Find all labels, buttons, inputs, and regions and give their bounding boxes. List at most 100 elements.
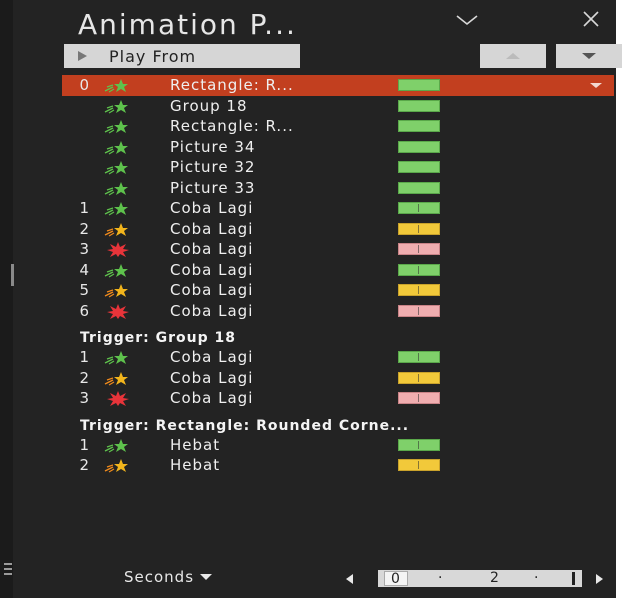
exit-effect-icon — [104, 391, 130, 406]
emphasis-effect-icon — [104, 458, 130, 473]
move-up-button[interactable] — [480, 44, 546, 68]
trigger-rectangle-header[interactable]: Trigger: Rectangle: Rounded Corne... — [62, 415, 614, 435]
animation-order-number: 0 — [79, 76, 90, 94]
animation-item[interactable]: Picture 32 — [62, 157, 614, 178]
ruler-dot: · — [534, 570, 539, 586]
resize-handle[interactable] — [11, 264, 14, 286]
timing-bar[interactable] — [398, 202, 440, 214]
entrance-effect-icon — [104, 160, 130, 175]
timing-bar[interactable] — [398, 263, 440, 276]
animation-item-label: Coba Lagi — [170, 240, 254, 258]
trigger-rectangle-sequence: 1 Hebat 2 Hebat — [62, 435, 614, 476]
animation-item[interactable]: 2 Coba Lagi — [62, 368, 614, 389]
timing-bar[interactable] — [398, 351, 440, 363]
ruler-zero: 0 — [384, 571, 408, 586]
animation-item-label: Rectangle: R... — [170, 76, 294, 94]
emphasis-effect-icon — [104, 371, 130, 386]
animation-order-number: 1 — [79, 199, 90, 217]
timing-bar[interactable] — [398, 284, 440, 296]
move-up-icon — [506, 53, 520, 59]
animation-item-label: Rectangle: R... — [170, 117, 294, 135]
animation-order-number: 3 — [79, 389, 90, 407]
animation-item[interactable]: 3 Coba Lagi — [62, 388, 614, 409]
animation-pane: Animation P... Play From 0 Rectangle: R..… — [0, 0, 622, 598]
play-from-button[interactable]: Play From — [64, 44, 300, 68]
timing-bar[interactable] — [398, 222, 440, 235]
animation-item-label: Hebat — [170, 435, 221, 454]
left-edge-strip — [0, 0, 14, 598]
animation-item[interactable]: 1 Hebat — [62, 435, 614, 456]
animation-item[interactable]: 3 Coba Lagi — [62, 239, 614, 260]
timing-bar[interactable] — [398, 161, 440, 173]
animation-order-number: 1 — [79, 348, 90, 366]
animation-item-label: Coba Lagi — [170, 389, 254, 407]
entrance-effect-icon — [104, 181, 130, 196]
animation-item[interactable]: Picture 33 — [62, 178, 614, 199]
animation-order-number: 5 — [79, 281, 90, 299]
seconds-dropdown[interactable]: Seconds — [124, 568, 213, 586]
emphasis-effect-icon — [104, 283, 130, 298]
move-down-button[interactable] — [556, 44, 622, 68]
animation-order-number: 2 — [79, 368, 90, 387]
item-dropdown-icon[interactable] — [590, 83, 602, 88]
emphasis-effect-icon — [104, 222, 130, 237]
timing-bar[interactable] — [398, 392, 440, 404]
animation-item[interactable]: 2 Hebat — [62, 455, 614, 476]
exit-effect-icon — [104, 303, 130, 319]
entrance-effect-icon — [104, 140, 130, 155]
main-sequence: 0 Rectangle: R... Group 18 Rectangle: R... P… — [62, 75, 614, 321]
play-icon — [78, 51, 87, 61]
entrance-effect-icon — [104, 201, 130, 216]
entrance-effect-icon — [104, 438, 130, 453]
animation-order-number: 2 — [79, 456, 90, 474]
animation-item[interactable]: 1 Coba Lagi — [62, 198, 614, 219]
scroll-left-icon[interactable] — [346, 574, 353, 584]
timing-bar[interactable] — [398, 181, 440, 194]
caret-down-icon — [200, 574, 213, 580]
timing-bar[interactable] — [398, 79, 440, 91]
animation-item-label: Coba Lagi — [170, 348, 254, 366]
ruler-two: 2 — [490, 570, 499, 586]
timing-bar[interactable] — [398, 371, 440, 384]
animation-item-label: Coba Lagi — [170, 368, 254, 387]
animation-item[interactable]: Rectangle: R... — [62, 116, 614, 137]
close-icon[interactable] — [582, 10, 600, 28]
animation-item[interactable]: 5 Coba Lagi — [62, 280, 614, 301]
animation-item-label: Coba Lagi — [170, 301, 254, 320]
animation-item[interactable]: 0 Rectangle: R... — [62, 75, 614, 96]
timing-bar[interactable] — [398, 304, 440, 317]
timeline-ruler[interactable]: 0 · 2 · — [378, 570, 582, 587]
animation-item-label: Group 18 — [170, 96, 248, 115]
entrance-effect-icon — [104, 350, 130, 365]
timing-bar[interactable] — [398, 140, 440, 153]
animation-item-label: Coba Lagi — [170, 260, 254, 279]
animation-item[interactable]: 6 Coba Lagi — [62, 301, 614, 322]
animation-item-label: Picture 32 — [170, 158, 256, 176]
animation-item[interactable]: 4 Coba Lagi — [62, 260, 614, 281]
animation-item[interactable]: 1 Coba Lagi — [62, 347, 614, 368]
timing-bar[interactable] — [398, 438, 440, 451]
entrance-effect-icon — [104, 263, 130, 278]
timing-bar[interactable] — [398, 243, 440, 255]
animation-item[interactable]: Group 18 — [62, 96, 614, 117]
animation-item[interactable]: Picture 34 — [62, 137, 614, 158]
animation-order-number: 6 — [79, 301, 90, 320]
timing-bar[interactable] — [398, 459, 440, 471]
animation-list: 0 Rectangle: R... Group 18 Rectangle: R... P… — [62, 75, 614, 476]
animation-item-label: Hebat — [170, 456, 221, 474]
timing-bar[interactable] — [398, 99, 440, 112]
scroll-right-icon[interactable] — [596, 574, 603, 584]
animation-item-label: Coba Lagi — [170, 199, 254, 217]
entrance-effect-icon — [104, 119, 130, 134]
pane-title: Animation P... — [78, 8, 297, 41]
trigger-group-18-sequence: 1 Coba Lagi 2 Coba Lagi 3 Coba Lagi — [62, 347, 614, 409]
entrance-effect-icon — [104, 99, 130, 114]
exit-effect-icon — [104, 242, 130, 257]
animation-item-label: Coba Lagi — [170, 219, 254, 238]
animation-item[interactable]: 2 Coba Lagi — [62, 219, 614, 240]
chevron-down-icon[interactable] — [456, 12, 478, 28]
trigger-group-18-header[interactable]: Trigger: Group 18 — [62, 327, 614, 347]
move-down-icon — [582, 53, 596, 59]
animation-order-number: 4 — [79, 260, 90, 279]
timing-bar[interactable] — [398, 120, 440, 132]
